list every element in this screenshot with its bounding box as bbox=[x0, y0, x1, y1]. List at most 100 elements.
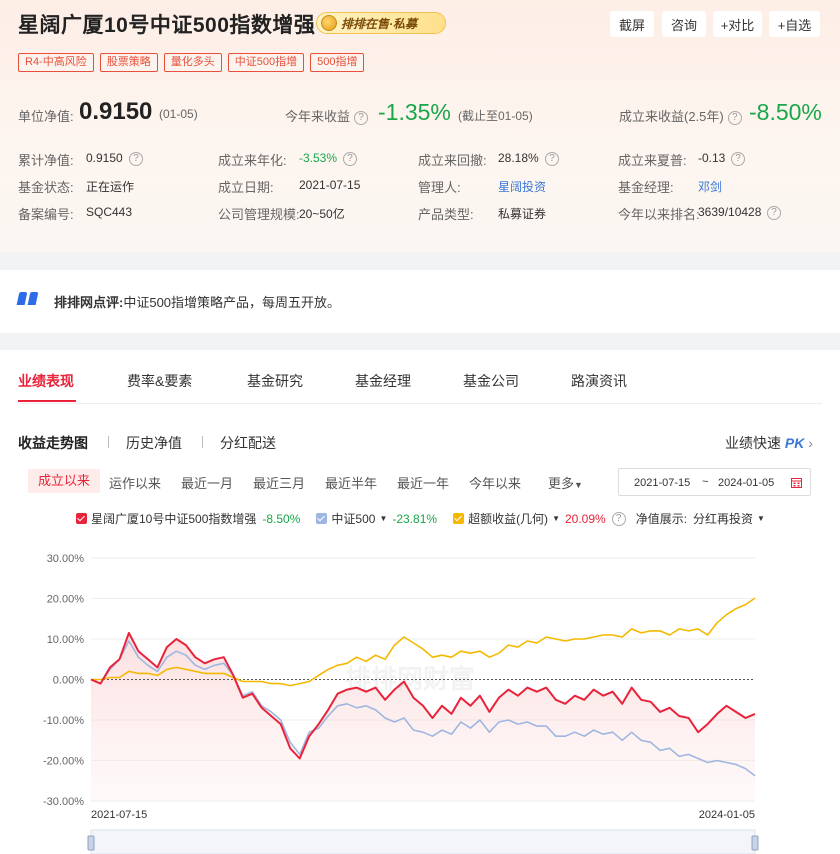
detail-value[interactable]: 星阔投资 bbox=[498, 178, 546, 195]
y-tick-label: 0.00% bbox=[53, 675, 84, 687]
detail-value: 28.18% bbox=[498, 151, 539, 165]
tab-research[interactable]: 基金研究 bbox=[247, 371, 303, 391]
y-tick-label: 30.00% bbox=[47, 553, 85, 565]
range-more-label: 更多 bbox=[548, 476, 575, 491]
detail-label: 基金经理: bbox=[618, 180, 674, 195]
help-icon[interactable]: ? bbox=[611, 511, 626, 526]
nav-date: (01-05) bbox=[159, 107, 198, 121]
y-tick-label: -30.00% bbox=[43, 796, 84, 808]
help-icon[interactable]: ? bbox=[129, 152, 143, 166]
active-tab-indicator bbox=[18, 400, 76, 402]
range-slider-handle-right[interactable] bbox=[751, 835, 759, 851]
tab-performance[interactable]: 业绩表现 bbox=[18, 371, 74, 391]
range-1m[interactable]: 最近一月 bbox=[181, 473, 233, 492]
date-range-picker[interactable]: 2021-07-15 ~ 2024-01-05 bbox=[618, 468, 811, 496]
range-since-operation[interactable]: 运作以来 bbox=[109, 473, 161, 492]
chevron-right-icon: › bbox=[808, 435, 813, 451]
detail-value: 2021-07-15 bbox=[299, 178, 361, 192]
range-slider-handle-left[interactable] bbox=[87, 835, 95, 851]
caret-down-icon[interactable]: ▼ bbox=[757, 514, 765, 523]
help-icon[interactable]: ? bbox=[545, 152, 559, 166]
comment-label: 排排网点评: bbox=[54, 295, 124, 310]
tag-quant[interactable]: 量化多头 bbox=[163, 53, 222, 72]
quote-icon bbox=[16, 292, 40, 308]
ytd-note: (截止至01-05) bbox=[458, 109, 533, 123]
legend-fund-value: -8.50% bbox=[262, 511, 301, 526]
caret-down-icon[interactable]: ▼ bbox=[552, 514, 560, 523]
legend-checkbox-index[interactable] bbox=[316, 513, 328, 524]
tab-fees[interactable]: 费率&要素 bbox=[127, 371, 192, 391]
review-comment: 排排网点评:中证500指增策略产品，每周五开放。 bbox=[0, 270, 840, 333]
legend-index-name: 中证500 bbox=[331, 512, 376, 526]
range-3m[interactable]: 最近三月 bbox=[253, 473, 305, 492]
detail-label: 成立来夏普: bbox=[618, 153, 687, 168]
detail-value[interactable]: 邓剑 bbox=[698, 178, 722, 195]
tag-risk[interactable]: R4-中高风险 bbox=[18, 53, 94, 72]
y-tick-label: 10.00% bbox=[47, 634, 85, 646]
range-1y[interactable]: 最近一年 bbox=[397, 473, 449, 492]
consult-button[interactable]: 咨询 bbox=[662, 11, 706, 37]
caret-down-icon: ▼ bbox=[574, 480, 583, 490]
range-6m[interactable]: 最近半年 bbox=[325, 473, 377, 492]
nav-label: 单位净值: bbox=[18, 109, 74, 124]
legend-excess-value: 20.09% bbox=[564, 511, 606, 526]
x-tick-label: 2021-07-15 bbox=[91, 809, 147, 821]
performance-chart[interactable]: 30.00% 20.00% 10.00% 0.00% -10.00% -20.00% -30… bbox=[0, 540, 840, 854]
y-tick-label: 20.00% bbox=[47, 594, 85, 606]
fund-tags: R4-中高风险 股票策略 量化多头 中证500指增 500指增 bbox=[18, 53, 365, 72]
y-tick-label: -20.00% bbox=[43, 756, 84, 768]
quick-pk-label: 业绩快速 bbox=[725, 435, 781, 451]
chart-legend: 星阔广厦10号中证500指数增强 -8.50% 中证500 ▼ -23.81% … bbox=[76, 510, 765, 527]
fund-header: 星阔广厦10号中证500指数增强 排排在售·私募 截屏 咨询 +对比 +自选 R… bbox=[0, 0, 840, 252]
detail-value: SQC443 bbox=[86, 205, 133, 219]
legend-checkbox-excess[interactable] bbox=[453, 513, 465, 524]
tab-company[interactable]: 基金公司 bbox=[463, 371, 519, 391]
detail-label: 累计净值: bbox=[18, 153, 74, 168]
date-end: 2024-01-05 bbox=[718, 477, 775, 489]
detail-label: 成立日期: bbox=[218, 180, 274, 195]
help-icon[interactable]: ? bbox=[343, 152, 357, 166]
divider bbox=[108, 436, 109, 448]
detail-label: 公司管理规模: bbox=[218, 207, 300, 222]
detail-value: 0.9150 bbox=[86, 151, 123, 165]
fund-area bbox=[91, 632, 755, 801]
help-icon[interactable]: ? bbox=[727, 110, 742, 125]
help-icon[interactable]: ? bbox=[767, 206, 781, 220]
detail-value: -3.53% bbox=[299, 151, 338, 165]
y-tick-label: -10.00% bbox=[43, 715, 84, 727]
calendar-icon bbox=[791, 478, 802, 488]
date-start: 2021-07-15 bbox=[634, 477, 691, 489]
since-inception-value: -8.50% bbox=[749, 99, 822, 125]
tag-500[interactable]: 500指增 bbox=[310, 53, 365, 72]
detail-label: 今年以来排名: bbox=[618, 207, 700, 222]
ytd-label: 今年来收益 bbox=[285, 109, 351, 124]
tag-index[interactable]: 中证500指增 bbox=[227, 53, 305, 72]
help-icon[interactable]: ? bbox=[731, 152, 745, 166]
help-icon[interactable]: ? bbox=[354, 110, 369, 125]
detail-value: -0.13 bbox=[698, 151, 726, 165]
add-watchlist-button[interactable]: +自选 bbox=[769, 11, 820, 37]
tag-strategy[interactable]: 股票策略 bbox=[99, 53, 158, 72]
compare-button[interactable]: +对比 bbox=[713, 11, 762, 37]
medal-icon bbox=[321, 15, 337, 31]
subtab-trend[interactable]: 收益走势图 bbox=[18, 433, 88, 453]
comment-text: 中证500指增策略产品，每周五开放。 bbox=[123, 295, 341, 310]
pk-label: PK bbox=[784, 435, 805, 451]
quick-pk-link[interactable]: 业绩快速 PK › bbox=[725, 433, 813, 453]
range-ytd[interactable]: 今年以来 bbox=[469, 473, 521, 492]
subtab-history-nav[interactable]: 历史净值 bbox=[126, 433, 182, 453]
tab-roadshow[interactable]: 路演资讯 bbox=[571, 371, 627, 391]
nav-display-value[interactable]: 分红再投资 bbox=[693, 510, 753, 527]
since-inception-label: 成立来收益(2.5年) bbox=[619, 109, 724, 124]
subtab-dividends[interactable]: 分红配送 bbox=[220, 433, 276, 453]
detail-value: 私募证券 bbox=[498, 207, 547, 221]
caret-down-icon[interactable]: ▼ bbox=[379, 514, 387, 523]
detail-label: 基金状态: bbox=[18, 180, 74, 195]
legend-checkbox-fund[interactable] bbox=[76, 513, 87, 524]
on-sale-badge[interactable]: 排排在售·私募 bbox=[316, 12, 446, 34]
range-more-dropdown[interactable]: 更多▼ bbox=[548, 473, 583, 492]
screenshot-button[interactable]: 截屏 bbox=[610, 11, 654, 37]
range-since-inception[interactable]: 成立以来 bbox=[28, 469, 101, 493]
tab-manager[interactable]: 基金经理 bbox=[355, 371, 411, 391]
legend-fund-name: 星阔广厦10号中证500指数增强 bbox=[91, 512, 257, 526]
